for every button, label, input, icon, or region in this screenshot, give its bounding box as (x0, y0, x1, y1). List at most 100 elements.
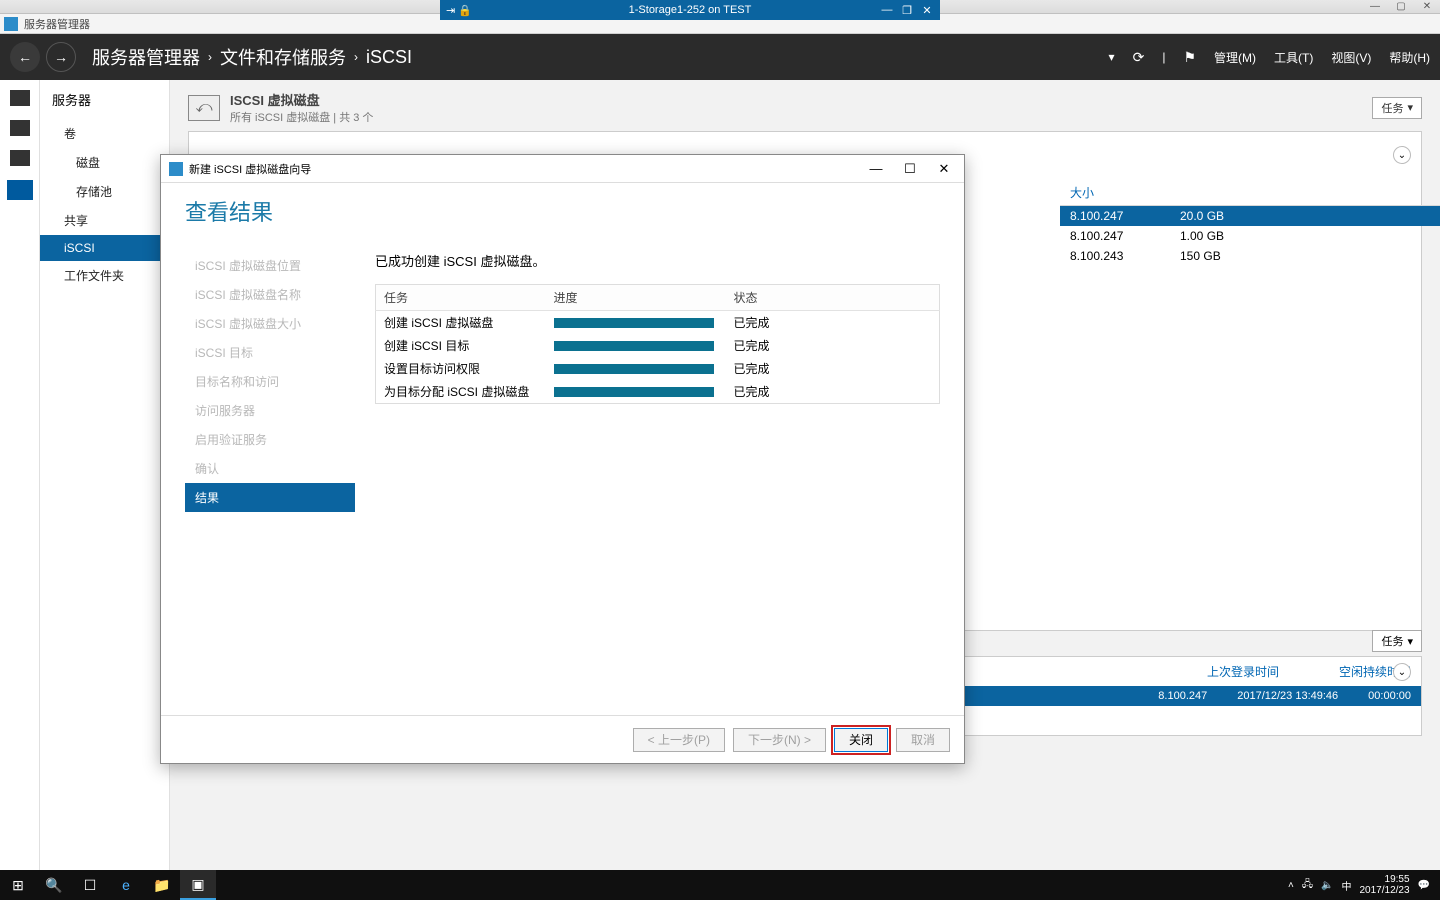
tasks-dropdown-lower[interactable]: 任务 ▾ (1372, 630, 1422, 652)
remote-min-icon[interactable]: — (878, 4, 896, 17)
table-row[interactable]: 8.100.243 150 GB (1060, 246, 1440, 266)
progress-bar (554, 387, 714, 397)
file-storage-icon[interactable] (7, 180, 33, 200)
nav-back-button[interactable]: ← (10, 42, 40, 72)
cell-ip: 8.100.247 (1070, 209, 1180, 223)
nav-servers[interactable]: 服务器 (40, 80, 169, 119)
wizard-max-icon[interactable]: ☐ (898, 161, 922, 177)
menu-tools[interactable]: 工具(T) (1274, 49, 1313, 66)
remote-close-icon[interactable]: ✕ (918, 4, 936, 17)
remote-max-icon[interactable]: ❐ (898, 4, 916, 17)
cell-size: 1.00 GB (1180, 229, 1430, 243)
cancel-button: 取消 (896, 728, 950, 752)
action-center-icon[interactable]: 💬 (1418, 880, 1430, 891)
dropdown-icon[interactable]: ▾ (1109, 50, 1115, 64)
nav-forward-button[interactable]: → (46, 42, 76, 72)
col-task: 任务 (376, 285, 546, 311)
results-table: 任务 进度 状态 创建 iSCSI 虚拟磁盘 已完成 创建 iSCSI 目标 已… (375, 284, 940, 404)
wizard-title-text: 新建 iSCSI 虚拟磁盘向导 (189, 161, 311, 177)
collapse-icon[interactable]: ⌄ (1393, 663, 1411, 681)
step-location: iSCSI 虚拟磁盘位置 (185, 251, 355, 280)
progress-bar (554, 318, 714, 328)
cell-status: 已完成 (726, 357, 940, 380)
refresh-icon[interactable]: ⟳ (1133, 49, 1145, 66)
all-servers-icon[interactable] (10, 150, 30, 166)
network-icon[interactable]: 🖧 (1302, 877, 1313, 894)
flag-icon[interactable]: ⚑ (1183, 49, 1196, 66)
wizard-footer: < 上一步(P) 下一步(N) > 关闭 取消 (161, 715, 964, 763)
nav-storage-pools[interactable]: 存储池 (40, 177, 169, 206)
ie-button[interactable]: e (108, 870, 144, 900)
local-server-icon[interactable] (10, 120, 30, 136)
iscsi-wizard-dialog: 新建 iSCSI 虚拟磁盘向导 — ☐ ✕ 查看结果 iSCSI 虚拟磁盘位置 … (160, 154, 965, 764)
tasks-dropdown[interactable]: 任务 ▾ (1372, 97, 1422, 119)
col-status: 状态 (726, 285, 940, 311)
breadcrumb-root[interactable]: 服务器管理器 (92, 44, 200, 70)
os-close-icon[interactable]: ✕ (1414, 1, 1440, 12)
step-confirm: 确认 (185, 454, 355, 483)
collapse-icon[interactable]: ⌄ (1393, 146, 1411, 164)
clock[interactable]: 19:55 2017/12/23 (1359, 874, 1409, 896)
chevron-right-icon: › (208, 50, 212, 64)
clock-time: 19:55 (1359, 874, 1409, 885)
close-button[interactable]: 关闭 (834, 728, 888, 752)
nav-work-folders[interactable]: 工作文件夹 (40, 261, 169, 290)
search-button[interactable]: 🔍 (36, 870, 72, 900)
chevron-right-icon: › (354, 50, 358, 64)
cell-task: 创建 iSCSI 虚拟磁盘 (376, 311, 546, 335)
breadcrumb-iscsi[interactable]: iSCSI (366, 47, 412, 68)
result-row: 创建 iSCSI 目标 已完成 (376, 334, 940, 357)
menu-help[interactable]: 帮助(H) (1389, 49, 1430, 66)
volume-icon[interactable]: 🔈 (1321, 880, 1333, 891)
tasks-label: 任务 (1381, 100, 1403, 116)
start-button[interactable]: ⊞ (0, 870, 36, 900)
cell-time: 2017/12/23 13:49:46 (1237, 690, 1338, 702)
os-min-icon[interactable]: — (1362, 1, 1388, 12)
ime-icon[interactable]: 中 (1341, 878, 1351, 893)
col-last-login: 上次登录时间 (1207, 663, 1279, 680)
cell-status: 已完成 (726, 311, 940, 335)
table-row[interactable]: 8.100.247 20.0 GB (1060, 206, 1440, 226)
tray-up-icon[interactable]: ˄ (1288, 880, 1294, 891)
step-results: 结果 (185, 483, 355, 512)
nav-iscsi[interactable]: iSCSI (40, 235, 169, 261)
section-header: ⤺ ISCSI 虚拟磁盘 所有 iSCSI 虚拟磁盘 | 共 3 个 任务 ▾ (188, 90, 1422, 125)
step-name: iSCSI 虚拟磁盘名称 (185, 280, 355, 309)
progress-bar (554, 341, 714, 351)
nav-disks[interactable]: 磁盘 (40, 148, 169, 177)
pin-icon[interactable]: ⇥ 🔒 (446, 4, 472, 17)
cell-size: 150 GB (1180, 249, 1430, 263)
nav-shares[interactable]: 共享 (40, 206, 169, 235)
server-manager-taskbar-button[interactable]: ▣ (180, 870, 216, 900)
clock-date: 2017/12/23 (1359, 885, 1409, 896)
menu-manage[interactable]: 管理(M) (1214, 49, 1256, 66)
dashboard-icon[interactable] (10, 90, 30, 106)
wizard-min-icon[interactable]: — (864, 161, 888, 177)
column-header-size[interactable]: 大小 (1060, 180, 1440, 206)
remote-title: 1-Storage1-252 on TEST (629, 4, 752, 16)
step-target: iSCSI 目标 (185, 338, 355, 367)
breadcrumb: 服务器管理器 › 文件和存储服务 › iSCSI (92, 44, 412, 70)
cell-ip: 8.100.247 (1158, 690, 1207, 702)
remote-session-bar: ⇥ 🔒 1-Storage1-252 on TEST — ❐ ✕ (440, 0, 940, 20)
nav-column: 服务器 卷 磁盘 存储池 共享 iSCSI 工作文件夹 (40, 80, 170, 894)
step-size: iSCSI 虚拟磁盘大小 (185, 309, 355, 338)
nav-volumes[interactable]: 卷 (40, 119, 169, 148)
wizard-close-icon[interactable]: ✕ (932, 161, 956, 177)
progress-bar (554, 364, 714, 374)
table-row[interactable]: 8.100.247 1.00 GB (1060, 226, 1440, 246)
os-max-icon[interactable]: ▢ (1388, 1, 1414, 12)
taskview-button[interactable]: ☐ (72, 870, 108, 900)
chevron-down-icon: ▾ (1407, 101, 1413, 114)
prev-button: < 上一步(P) (633, 728, 725, 752)
step-auth: 启用验证服务 (185, 425, 355, 454)
cell-task: 设置目标访问权限 (376, 357, 546, 380)
table-peek: 大小 8.100.247 20.0 GB 8.100.247 1.00 GB 8… (1060, 180, 1440, 266)
result-row: 为目标分配 iSCSI 虚拟磁盘 已完成 (376, 380, 940, 404)
wizard-content: 已成功创建 iSCSI 虚拟磁盘。 任务 进度 状态 创建 iSCSI 虚拟磁盘… (355, 201, 940, 715)
explorer-button[interactable]: 📁 (144, 870, 180, 900)
breadcrumb-files[interactable]: 文件和存储服务 (220, 44, 346, 70)
menu-view[interactable]: 视图(V) (1331, 49, 1371, 66)
icon-rail (0, 80, 40, 894)
cell-ip: 8.100.243 (1070, 249, 1180, 263)
